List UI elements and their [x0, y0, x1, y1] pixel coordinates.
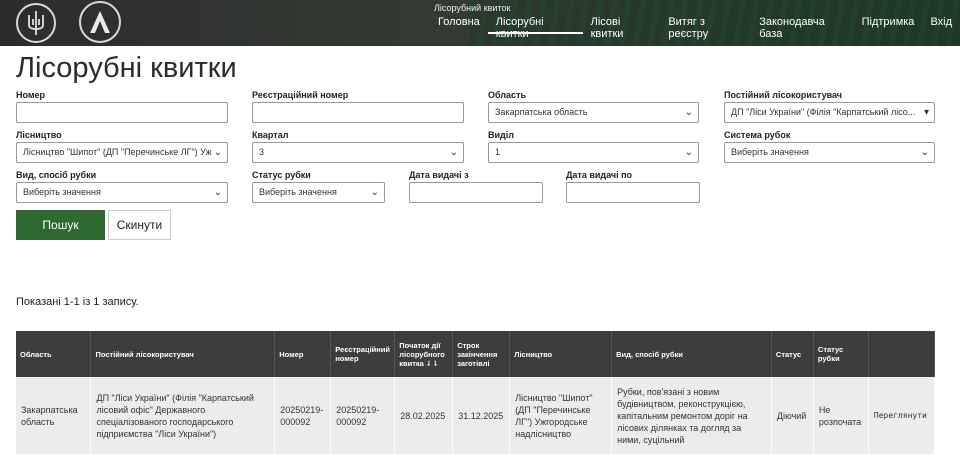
- data-po-label: Дата видачі по: [566, 170, 633, 180]
- kvartal-label: Квартал: [252, 130, 289, 140]
- data-po-field-group: Дата видачі по: [566, 170, 700, 203]
- nav-logging-tickets[interactable]: Лісорубні квитки: [487, 16, 583, 40]
- cell-status-rubky: Не розпочата: [813, 377, 869, 454]
- dropdown-triangle-icon: ▾: [923, 107, 929, 118]
- nav-support[interactable]: Підтримка: [854, 16, 923, 34]
- site-header: Лісорубний квиток Головна Лісорубні квит…: [0, 0, 960, 46]
- lisokorystuvach-field-group: Постійний лісокористувач ДП "Ліси Україн…: [724, 90, 935, 123]
- chevron-down-icon: ⌄: [684, 147, 693, 158]
- col-status[interactable]: Статус: [771, 331, 814, 377]
- results-summary: Показані 1-1 із 1 запису.: [16, 296, 139, 308]
- status-field-group: Статус рубки Виберіть значення ⌄: [252, 170, 385, 203]
- lisnytstvo-field-group: Лісництво Лісництво "Шипот" (ДП "Перечин…: [16, 130, 228, 163]
- col-reg-nomer[interactable]: Реєстраційний номер: [330, 331, 396, 377]
- kvartal-select[interactable]: 3 ⌄: [252, 142, 464, 163]
- data-po-input[interactable]: [566, 182, 700, 203]
- col-actions: [868, 331, 936, 377]
- nav-login[interactable]: Вхід: [922, 16, 960, 34]
- status-label: Статус рубки: [252, 170, 311, 180]
- vydil-field-group: Виділ 1 ⌄: [488, 130, 699, 163]
- col-lisnytstvo[interactable]: Лісництво: [509, 331, 613, 377]
- lisokorystuvach-select[interactable]: ДП "Ліси України" (Філія "Карпатський лі…: [724, 102, 935, 123]
- reg-nomer-input[interactable]: [252, 102, 464, 123]
- cell-lisnytstvo: Лісництво "Шипот" (ДП "Перечинське ЛГ") …: [509, 377, 613, 454]
- col-start-date[interactable]: Початок дії лісорубного квитка ⇃⇂: [394, 331, 454, 377]
- forestry-logo-icon[interactable]: [79, 1, 121, 43]
- table-header-row: Область Постійний лісокористувач Номер Р…: [16, 331, 936, 377]
- cell-status: Діючий: [771, 377, 814, 454]
- table-row: Закарпатська область ДП "Ліси України" (…: [16, 377, 936, 454]
- chevron-down-icon: ⌄: [213, 187, 222, 198]
- col-vyd-sposib[interactable]: Вид, спосіб рубки: [611, 331, 772, 377]
- chevron-down-icon: ⌄: [920, 147, 929, 158]
- view-link[interactable]: Переглянути: [868, 377, 936, 454]
- cell-lisokorystuvach: ДП "Ліси України" (Філія "Карпатський лі…: [90, 377, 276, 454]
- col-lisokorystuvach[interactable]: Постійний лісокористувач: [90, 331, 276, 377]
- vydil-value: 1: [495, 147, 501, 157]
- oblast-value: Закарпатська область: [495, 107, 588, 117]
- oblast-select[interactable]: Закарпатська область ⌄: [488, 102, 699, 123]
- systema-select[interactable]: Виберіть значення ⌄: [724, 142, 935, 163]
- chevron-down-icon: ⌄: [213, 147, 222, 158]
- cell-reg-nomer: 20250219-000092: [330, 377, 396, 454]
- lisnytstvo-value: Лісництво "Шипот" (ДП "Перечинське ЛГ") …: [23, 147, 212, 157]
- lisokorystuvach-label: Постійний лісокористувач: [724, 90, 842, 100]
- nav-home[interactable]: Головна: [430, 16, 488, 34]
- col-nomer[interactable]: Номер: [274, 331, 332, 377]
- vyd-sposib-label: Вид, спосіб рубки: [16, 170, 97, 180]
- lisnytstvo-select[interactable]: Лісництво "Шипот" (ДП "Перечинське ЛГ") …: [16, 142, 228, 163]
- col-oblast[interactable]: Область: [16, 331, 92, 377]
- cell-end-date: 31.12.2025: [452, 377, 511, 454]
- cell-vyd-sposib: Рубки, пов'язані з новим будівництвом, р…: [611, 377, 772, 454]
- col-status-rubky[interactable]: Статус рубки: [813, 331, 869, 377]
- search-button[interactable]: Пошук: [16, 210, 105, 240]
- cell-start-date: 28.02.2025: [394, 377, 454, 454]
- vyd-sposib-select[interactable]: Виберіть значення ⌄: [16, 182, 228, 203]
- col-end-date[interactable]: Строк закінчення заготівлі: [452, 331, 511, 377]
- status-value: Виберіть значення: [259, 187, 337, 197]
- nomer-input[interactable]: [16, 102, 228, 123]
- nav-forest-tickets[interactable]: Лісові квитки: [583, 16, 661, 40]
- lisokorystuvach-value: ДП "Ліси України" (Філія "Карпатський лі…: [731, 107, 916, 117]
- chevron-down-icon: ⌄: [449, 147, 458, 158]
- site-title: Лісорубний квиток: [434, 3, 511, 13]
- trident-emblem-icon[interactable]: [16, 3, 56, 43]
- oblast-field-group: Область Закарпатська область ⌄: [488, 90, 699, 123]
- page-title: Лісорубні квитки: [16, 52, 237, 84]
- vydil-select[interactable]: 1 ⌄: [488, 142, 699, 163]
- oblast-label: Область: [488, 90, 527, 100]
- results-table: Область Постійний лісокористувач Номер Р…: [16, 331, 936, 454]
- nomer-field-group: Номер: [16, 90, 228, 123]
- data-z-input[interactable]: [409, 182, 543, 203]
- vyd-sposib-value: Виберіть значення: [23, 187, 101, 197]
- systema-field-group: Система рубок Виберіть значення ⌄: [724, 130, 935, 163]
- kvartal-field-group: Квартал 3 ⌄: [252, 130, 464, 163]
- nav-registry-extract[interactable]: Витяг з реєстру: [660, 16, 751, 40]
- vydil-label: Виділ: [488, 130, 514, 140]
- lisnytstvo-label: Лісництво: [16, 130, 62, 140]
- cell-oblast: Закарпатська область: [16, 377, 92, 454]
- chevron-down-icon: ⌄: [684, 107, 693, 118]
- main-nav: Головна Лісорубні квитки Лісові квитки В…: [430, 16, 960, 40]
- nomer-label: Номер: [16, 90, 46, 100]
- nav-legislation[interactable]: Законодавча база: [751, 16, 853, 40]
- systema-value: Виберіть значення: [731, 147, 809, 157]
- cell-nomer: 20250219-000092: [274, 377, 332, 454]
- reset-button[interactable]: Скинути: [108, 210, 171, 240]
- status-select[interactable]: Виберіть значення ⌄: [252, 182, 385, 203]
- data-z-label: Дата видачі з: [409, 170, 469, 180]
- reg-nomer-label: Реєстраційний номер: [252, 90, 349, 100]
- systema-label: Система рубок: [724, 130, 791, 140]
- data-z-field-group: Дата видачі з: [409, 170, 543, 203]
- kvartal-value: 3: [259, 147, 265, 157]
- chevron-down-icon: ⌄: [370, 187, 379, 198]
- reg-nomer-field-group: Реєстраційний номер: [252, 90, 464, 123]
- vyd-sposib-field-group: Вид, спосіб рубки Виберіть значення ⌄: [16, 170, 228, 203]
